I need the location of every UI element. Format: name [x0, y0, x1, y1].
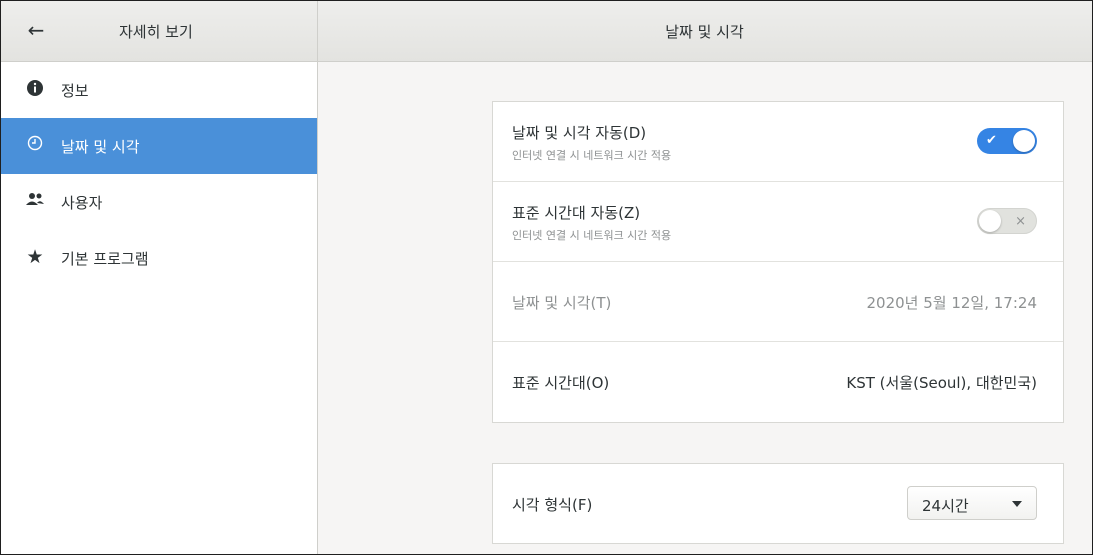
sidebar-item-info[interactable]: 정보: [1, 62, 317, 118]
time-format-dropdown[interactable]: 24시간: [907, 486, 1037, 520]
check-icon: ✔: [986, 133, 997, 148]
close-icon: ×: [1015, 214, 1026, 229]
date-time-value: 2020년 5월 12일, 17:24: [866, 294, 1037, 312]
timezone-row[interactable]: 표준 시간대(O) KST (서울(Seoul), 대한민국): [493, 342, 1063, 421]
header-left-pane: ← 자세히 보기: [1, 1, 318, 61]
switch-knob: [1013, 130, 1035, 152]
row-title: 시각 형식(F): [512, 496, 593, 514]
timezone-value: KST (서울(Seoul), 대한민국): [846, 374, 1037, 392]
auto-timezone-row[interactable]: 표준 시간대 자동(Z) 인터넷 연결 시 네트워크 시간 적용 ×: [493, 182, 1063, 262]
sidebar-item-label: 정보: [61, 82, 89, 100]
info-icon: [25, 79, 45, 99]
sidebar-item-users[interactable]: 사용자: [1, 174, 317, 230]
row-title: 날짜 및 시각 자동(D): [512, 124, 647, 142]
auto-timezone-switch[interactable]: ×: [977, 208, 1037, 234]
dropdown-value: 24시간: [922, 497, 969, 515]
date-time-row: 날짜 및 시각(T) 2020년 5월 12일, 17:24: [493, 262, 1063, 342]
switch-knob: [979, 210, 1001, 232]
chevron-down-icon: [1012, 501, 1022, 507]
header-left-title: 자세히 보기: [119, 23, 193, 41]
sidebar-item-label: 사용자: [61, 194, 103, 212]
page-title: 날짜 및 시각: [665, 23, 744, 41]
users-icon: [25, 191, 45, 211]
sidebar: 정보 날짜 및 시각 사용자 ★ 기본 프로그램: [1, 62, 318, 554]
row-title: 표준 시간대(O): [512, 374, 610, 392]
back-button[interactable]: ←: [23, 17, 49, 43]
sidebar-item-default-programs[interactable]: ★ 기본 프로그램: [1, 230, 317, 286]
sidebar-item-label: 날짜 및 시각: [61, 138, 140, 156]
content-area: 날짜 및 시각 자동(D) 인터넷 연결 시 네트워크 시간 적용 ✔ 표준 시…: [318, 62, 1092, 554]
row-title: 날짜 및 시각(T): [512, 294, 612, 312]
auto-date-time-row[interactable]: 날짜 및 시각 자동(D) 인터넷 연결 시 네트워크 시간 적용 ✔: [493, 102, 1063, 182]
arrow-left-icon: ←: [27, 18, 45, 42]
settings-window: ← 자세히 보기 날짜 및 시각 정보 날짜 및 시각 사용자 ★ 기본 프로그…: [0, 0, 1093, 555]
time-format-row: 시각 형식(F) 24시간: [493, 464, 1063, 543]
star-icon: ★: [26, 246, 44, 268]
sidebar-item-date-time[interactable]: 날짜 및 시각: [1, 118, 317, 174]
row-subtitle: 인터넷 연결 시 네트워크 시간 적용: [512, 149, 672, 162]
row-subtitle: 인터넷 연결 시 네트워크 시간 적용: [512, 229, 672, 242]
date-time-panel: 날짜 및 시각 자동(D) 인터넷 연결 시 네트워크 시간 적용 ✔ 표준 시…: [492, 101, 1064, 423]
auto-date-time-switch[interactable]: ✔: [977, 128, 1037, 154]
row-title: 표준 시간대 자동(Z): [512, 204, 641, 222]
sidebar-item-label: 기본 프로그램: [61, 250, 149, 268]
time-format-panel: 시각 형식(F) 24시간: [492, 463, 1064, 544]
clock-icon: [25, 135, 45, 155]
header-bar: ← 자세히 보기 날짜 및 시각: [1, 1, 1092, 62]
